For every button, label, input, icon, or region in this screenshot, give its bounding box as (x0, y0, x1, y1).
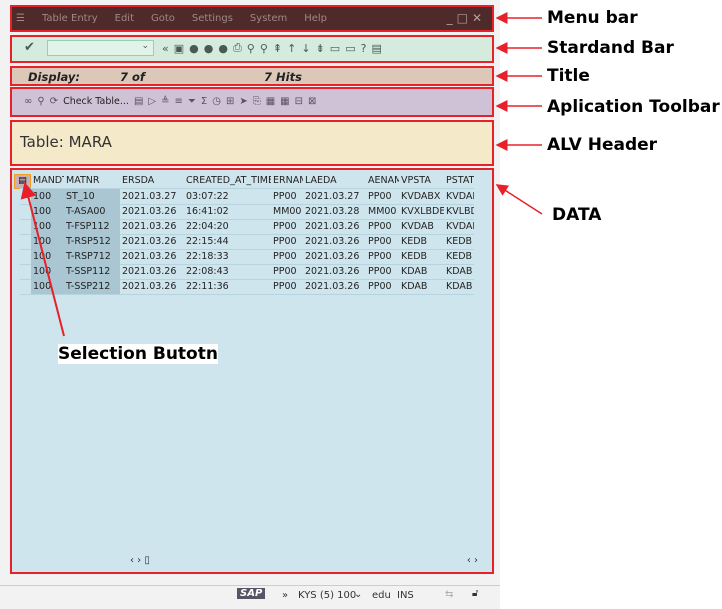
arrow-data (495, 184, 543, 215)
label-app-toolbar: Aplication Toolbar (547, 97, 720, 117)
label-alv-header: ALV Header (547, 135, 658, 155)
annotation-arrows (20, 12, 543, 337)
label-title: Title (547, 66, 590, 86)
label-data: DATA (552, 205, 602, 225)
label-menu-bar: Menu bar (547, 8, 638, 28)
label-selection-button: Selection Butotn (58, 344, 218, 364)
arrow-selection-button (20, 182, 65, 337)
label-standard-bar: Stardand Bar (547, 38, 674, 58)
